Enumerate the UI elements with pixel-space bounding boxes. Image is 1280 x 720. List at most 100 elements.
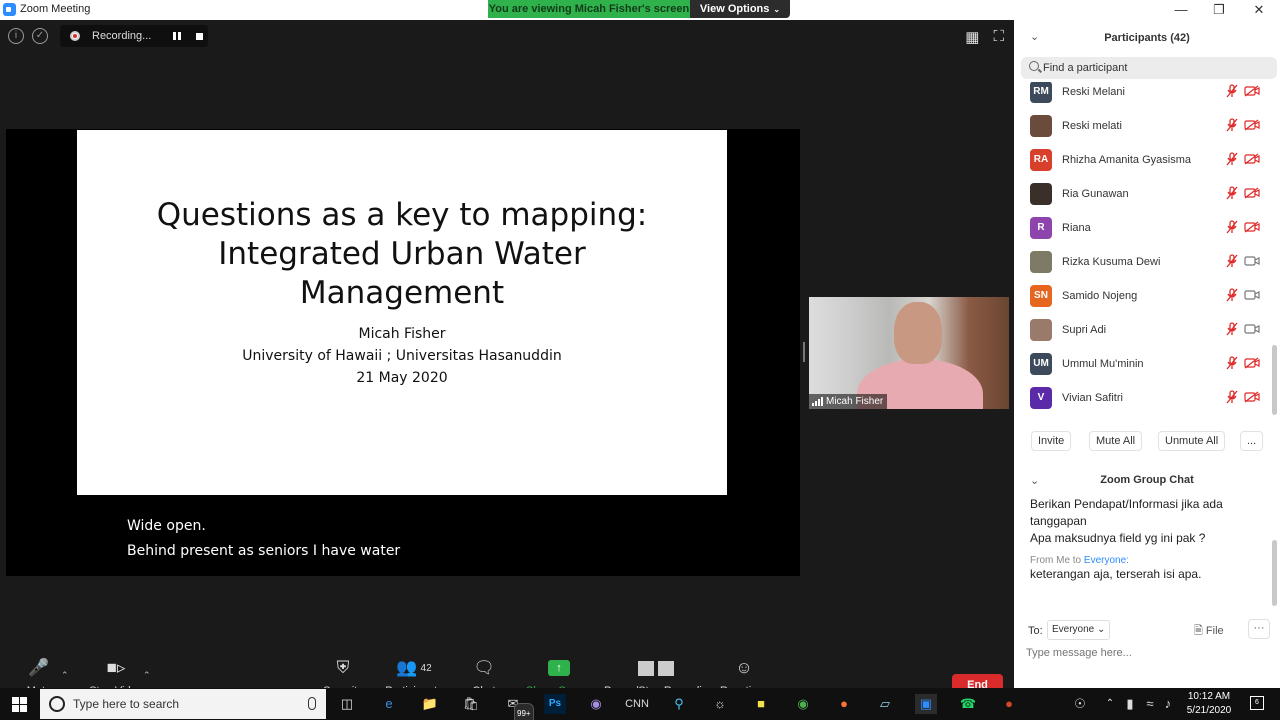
mic-muted-icon[interactable]	[1225, 288, 1239, 302]
mic-muted-icon[interactable]	[1225, 220, 1239, 234]
video-tile[interactable]: Micah Fisher	[809, 297, 1009, 409]
taskbar-search[interactable]: Type here to search	[40, 689, 326, 719]
mic-muted-icon[interactable]	[1225, 118, 1239, 132]
task-view-icon[interactable]: ◫	[336, 694, 358, 714]
cnn-icon[interactable]: CNN	[622, 694, 652, 714]
participant-row[interactable]: Ria Gunawan	[1014, 181, 1270, 215]
invite-button[interactable]: Invite	[1031, 431, 1072, 451]
meeting-info-icon[interactable]: i	[8, 28, 24, 44]
participant-row[interactable]: V Vivian Safitri	[1014, 385, 1270, 419]
edge-browser-icon[interactable]: e	[378, 694, 400, 714]
participant-list-scrollbar[interactable]	[1272, 345, 1277, 415]
mic-muted-icon[interactable]	[1225, 152, 1239, 166]
app-icon[interactable]: ◉	[585, 694, 607, 714]
recording-indicator: Recording...	[60, 25, 208, 47]
video-off-icon[interactable]	[1244, 153, 1260, 165]
windows-start-icon[interactable]	[12, 697, 27, 712]
avatar	[1030, 319, 1052, 341]
video-off-icon[interactable]	[1244, 119, 1260, 131]
store-icon[interactable]: 🛍	[460, 694, 482, 714]
to-label: To:	[1028, 625, 1043, 637]
photoshop-icon[interactable]: Ps	[544, 694, 566, 714]
resize-handle[interactable]	[803, 342, 805, 362]
chat-header: ⌄ Zoom Group Chat	[1014, 470, 1280, 492]
signal-strength-icon	[812, 397, 823, 406]
firefox-icon[interactable]: ●	[833, 694, 855, 714]
stop-recording-icon[interactable]	[196, 32, 204, 40]
mic-muted-icon[interactable]	[1225, 322, 1239, 336]
powerpoint-icon[interactable]: ●	[998, 694, 1020, 714]
mic-muted-icon[interactable]	[1225, 84, 1239, 98]
chrome-icon[interactable]: ◉	[792, 694, 814, 714]
recipient-dropdown[interactable]: Everyone ⌄	[1047, 620, 1111, 640]
participant-row[interactable]: R Riana	[1014, 215, 1270, 249]
chat-bubble-icon: 🗨	[473, 658, 495, 677]
chat-title: Zoom Group Chat	[1100, 474, 1194, 486]
zoom-taskbar-icon[interactable]: ▣	[915, 694, 937, 714]
encryption-shield-icon[interactable]: ✓	[32, 28, 48, 44]
search-app-icon[interactable]: ⚲	[668, 694, 690, 714]
video-off-icon[interactable]	[1244, 85, 1260, 97]
mic-muted-icon[interactable]	[1225, 254, 1239, 268]
participant-row[interactable]: UM Ummul Mu'minin	[1014, 351, 1270, 385]
minimize-button[interactable]: —	[1162, 1, 1200, 19]
video-on-icon[interactable]	[1244, 255, 1260, 267]
microphone-icon[interactable]	[308, 697, 316, 710]
video-on-icon[interactable]	[1244, 323, 1260, 335]
whatsapp-icon[interactable]: ☎	[957, 694, 979, 714]
participant-list: RM Reski Melani Reski melati RA Rhizha Amani…	[1014, 82, 1270, 422]
file-button[interactable]: 🗎 File	[1194, 622, 1224, 641]
chat-scrollbar[interactable]	[1272, 540, 1277, 606]
tray-overflow-icon[interactable]: ⌃	[1099, 694, 1121, 714]
mic-muted-icon[interactable]	[1225, 186, 1239, 200]
mail-badge: 99+	[514, 703, 534, 720]
participant-row[interactable]: Rizka Kusuma Dewi	[1014, 249, 1270, 283]
mic-muted-icon[interactable]	[1225, 390, 1239, 404]
video-off-icon[interactable]	[1244, 221, 1260, 233]
search-icon	[1029, 61, 1039, 71]
participant-row[interactable]: Reski melati	[1014, 113, 1270, 147]
tray-clock[interactable]: 10:12 AM 5/21/2020	[1177, 690, 1241, 718]
meeting-info-icons: i ✓	[8, 28, 48, 44]
mute-all-button[interactable]: Mute All	[1089, 431, 1143, 451]
network-app-icon[interactable]: ☼	[709, 694, 731, 714]
chat-recipient-link[interactable]: Everyone:	[1084, 555, 1129, 566]
taskbar-search-placeholder: Type here to search	[73, 697, 180, 711]
participant-row[interactable]: Supri Adi	[1014, 317, 1270, 351]
chat-sender-line: From Me to Everyone:	[1030, 555, 1129, 566]
video-options-chevron-icon[interactable]: ⌃	[143, 670, 151, 681]
fullscreen-icon[interactable]: ⛶	[993, 28, 1004, 46]
notes-app-icon[interactable]: ▱	[874, 694, 896, 714]
chat-message-input[interactable]	[1026, 644, 1266, 662]
participant-search[interactable]: Find a participant	[1021, 57, 1277, 79]
pause-recording-icon[interactable]	[173, 32, 182, 40]
chat-more-button[interactable]: ···	[1248, 619, 1270, 639]
video-on-icon[interactable]	[1244, 289, 1260, 301]
audio-options-chevron-icon[interactable]: ⌃	[61, 670, 69, 681]
video-off-icon[interactable]	[1244, 187, 1260, 199]
mail-icon[interactable]: ✉ 99+	[502, 694, 534, 720]
battery-icon[interactable]: ▮	[1119, 694, 1141, 714]
shared-screen: Questions as a key to mapping: Integrate…	[6, 129, 800, 576]
video-off-icon[interactable]	[1244, 391, 1260, 403]
sticky-notes-icon[interactable]: ■	[750, 694, 772, 714]
people-tray-icon[interactable]: ☉	[1069, 694, 1091, 714]
maximize-button[interactable]: ❐	[1200, 1, 1238, 19]
file-explorer-icon[interactable]: 📁	[419, 694, 441, 714]
view-options-button[interactable]: View Options ⌄	[690, 0, 790, 18]
participant-row[interactable]: RM Reski Melani	[1014, 82, 1270, 113]
more-options-button[interactable]: ...	[1240, 431, 1264, 451]
volume-icon[interactable]: ♪	[1157, 694, 1179, 714]
video-off-icon[interactable]	[1244, 357, 1260, 369]
participant-row[interactable]: SN Samido Nojeng	[1014, 283, 1270, 317]
close-button[interactable]: ✕	[1240, 1, 1278, 19]
participant-name: Reski Melani	[1062, 86, 1125, 98]
participants-header: ⌄ Participants (42)	[1014, 20, 1280, 56]
window-title: Zoom Meeting	[20, 3, 91, 15]
notification-count: 6	[1255, 699, 1259, 706]
unmute-all-button[interactable]: Unmute All	[1158, 431, 1226, 451]
gallery-view-icon[interactable]: ▦	[965, 28, 979, 46]
mic-muted-icon[interactable]	[1225, 356, 1239, 370]
participant-row[interactable]: RA Rhizha Amanita Gyasisma	[1014, 147, 1270, 181]
notification-center-icon[interactable]: 6	[1250, 696, 1264, 710]
